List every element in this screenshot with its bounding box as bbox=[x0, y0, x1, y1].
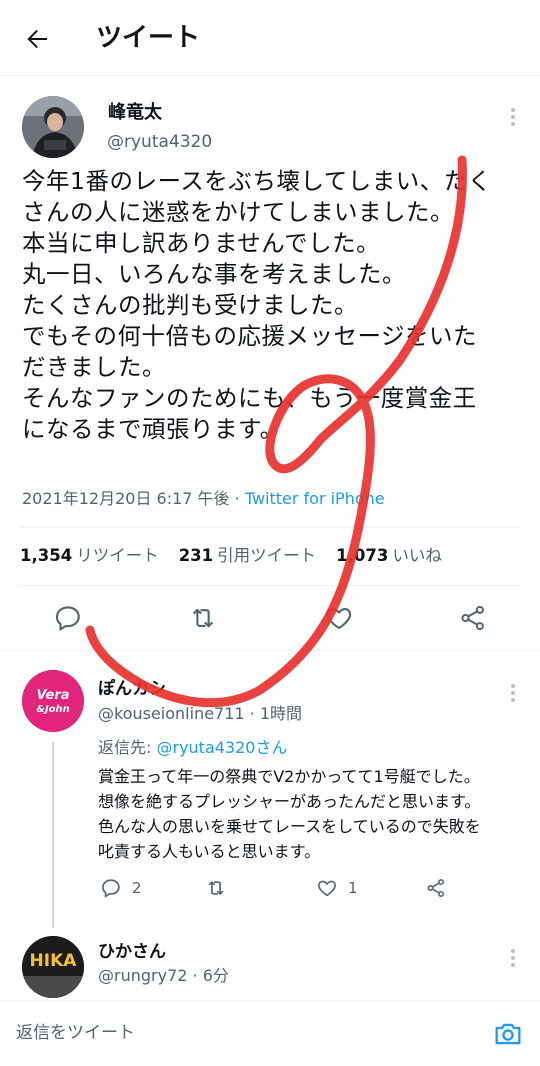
more-options-icon[interactable] bbox=[510, 684, 516, 705]
reply-author-meta: @rungry72 · 6分 bbox=[98, 966, 229, 985]
retweet-icon bbox=[208, 880, 224, 895]
tweet-source-link[interactable]: Twitter for iPhone bbox=[245, 489, 385, 508]
quotes-count: 231 bbox=[178, 546, 214, 565]
tweet-line: たくさんの批判も受けました。 bbox=[22, 291, 358, 319]
retweet-icon[interactable] bbox=[188, 603, 218, 633]
reply-retweet-button[interactable] bbox=[205, 875, 227, 899]
tweet-meta: 2021年12月20日 6:17 午後 · Twitter for iPhone bbox=[22, 488, 385, 510]
more-options-icon[interactable] bbox=[510, 108, 516, 129]
tweet-timestamp[interactable]: 2021年12月20日 6:17 午後 bbox=[22, 489, 230, 508]
reply-line: 叱責する人もいると思います。 bbox=[98, 842, 321, 861]
reply-to-link[interactable]: @ryuta4320さん bbox=[156, 738, 287, 757]
divider bbox=[20, 527, 520, 528]
more-options-icon[interactable] bbox=[510, 949, 516, 970]
tweet-line: だきました。 bbox=[22, 353, 166, 381]
svg-text:Vera: Vera bbox=[36, 688, 69, 703]
reply-line: 想像を絶するプレッシャーがあったんだと思います。 bbox=[98, 792, 481, 811]
svg-text:&John: &John bbox=[36, 704, 70, 715]
tweet-line: さんの人に迷惑をかけてしまいました。 bbox=[22, 198, 454, 226]
reply-avatar[interactable]: Vera &John bbox=[22, 670, 84, 732]
divider bbox=[20, 585, 520, 586]
reply-time[interactable]: 6分 bbox=[203, 966, 229, 985]
share-icon[interactable] bbox=[458, 603, 488, 633]
reply-count: 2 bbox=[132, 878, 142, 897]
engagement-stats: 1,354 リツイート 231 引用ツイート 1,073 いいね bbox=[20, 544, 442, 568]
reply-to-label: 返信先: @ryuta4320さん bbox=[98, 737, 287, 759]
top-bar: ツイート bbox=[0, 0, 540, 76]
reply-text: 賞金王って年一の祭典でV2かかってて1号艇でした。 想像を絶するプレッシャーがあ… bbox=[98, 764, 528, 864]
like-heart-icon[interactable] bbox=[324, 603, 354, 633]
retweets-count: 1,354 bbox=[20, 546, 73, 565]
likes-label: いいね bbox=[392, 546, 442, 565]
divider bbox=[0, 650, 540, 651]
likes-count: 1,073 bbox=[336, 546, 389, 565]
reply-time[interactable]: 1時間 bbox=[260, 704, 302, 723]
reply-icon bbox=[102, 878, 120, 898]
tweet-line: 今年1番のレースをぶち壊してしまい、たく bbox=[22, 167, 492, 195]
likes-stat[interactable]: 1,073 いいね bbox=[336, 546, 442, 565]
svg-text:HIKA: HIKA bbox=[30, 951, 78, 971]
reply-author-meta: @kouseionline711 · 1時間 bbox=[98, 704, 303, 723]
reply-author-handle[interactable]: @kouseionline711 bbox=[98, 704, 245, 723]
reply-line: 賞金王って年一の祭典でV2かかってて1号艇でした。 bbox=[98, 767, 480, 786]
like-count: 1 bbox=[348, 878, 358, 897]
reply-icon[interactable] bbox=[53, 603, 83, 633]
tweet-line: 丸一日、いろんな事を考えました。 bbox=[22, 260, 406, 288]
page-title: ツイート bbox=[96, 23, 201, 53]
reply-like-button[interactable]: 1 bbox=[316, 875, 358, 899]
reply-share-button[interactable] bbox=[425, 875, 447, 899]
reply-author-name[interactable]: ぽんカシ bbox=[98, 677, 166, 701]
tweet-text: 今年1番のレースをぶち壊してしまい、たく さんの人に迷惑をかけてしまいました。 … bbox=[22, 166, 522, 445]
like-heart-icon bbox=[318, 880, 336, 896]
reply-to-prefix: 返信先: bbox=[98, 738, 157, 757]
reply-line: 色んな人の思いを乗せてレースをしているので失敗を bbox=[98, 817, 481, 836]
retweets-label: リツイート bbox=[76, 546, 159, 565]
author-avatar[interactable] bbox=[22, 96, 84, 158]
back-arrow-icon[interactable] bbox=[22, 24, 52, 54]
author-name[interactable]: 峰竜太 bbox=[108, 101, 162, 125]
reply-author-name[interactable]: ひかさん bbox=[98, 940, 166, 964]
red-scribble-annotation bbox=[85, 155, 467, 708]
author-handle[interactable]: @ryuta4320 bbox=[107, 131, 212, 153]
tweet-line: そんなファンのためにも、もう一度賞金王 bbox=[22, 384, 477, 412]
reply-composer-bar: 返信をツイート bbox=[0, 1000, 540, 1066]
reply-avatar[interactable]: HIKA bbox=[22, 936, 84, 998]
retweets-stat[interactable]: 1,354 リツイート bbox=[20, 546, 159, 565]
tweet-line: でもその何十倍もの応援メッセージをいた bbox=[22, 322, 478, 350]
quotes-stat[interactable]: 231 引用ツイート bbox=[179, 546, 316, 565]
reply-reply-button[interactable]: 2 bbox=[100, 875, 142, 899]
reply-input[interactable]: 返信をツイート bbox=[16, 1021, 135, 1045]
tweet-line: になるまで頑張ります。 bbox=[22, 415, 284, 443]
meta-separator: · bbox=[229, 489, 245, 508]
thread-line bbox=[52, 742, 54, 928]
tweet-line: 本当に申し訳ありませんでした。 bbox=[22, 229, 381, 257]
camera-icon[interactable] bbox=[492, 1018, 524, 1050]
share-icon bbox=[427, 878, 445, 897]
reply-author-handle[interactable]: @rungry72 bbox=[98, 966, 187, 985]
quotes-label: 引用ツイート bbox=[217, 546, 317, 565]
